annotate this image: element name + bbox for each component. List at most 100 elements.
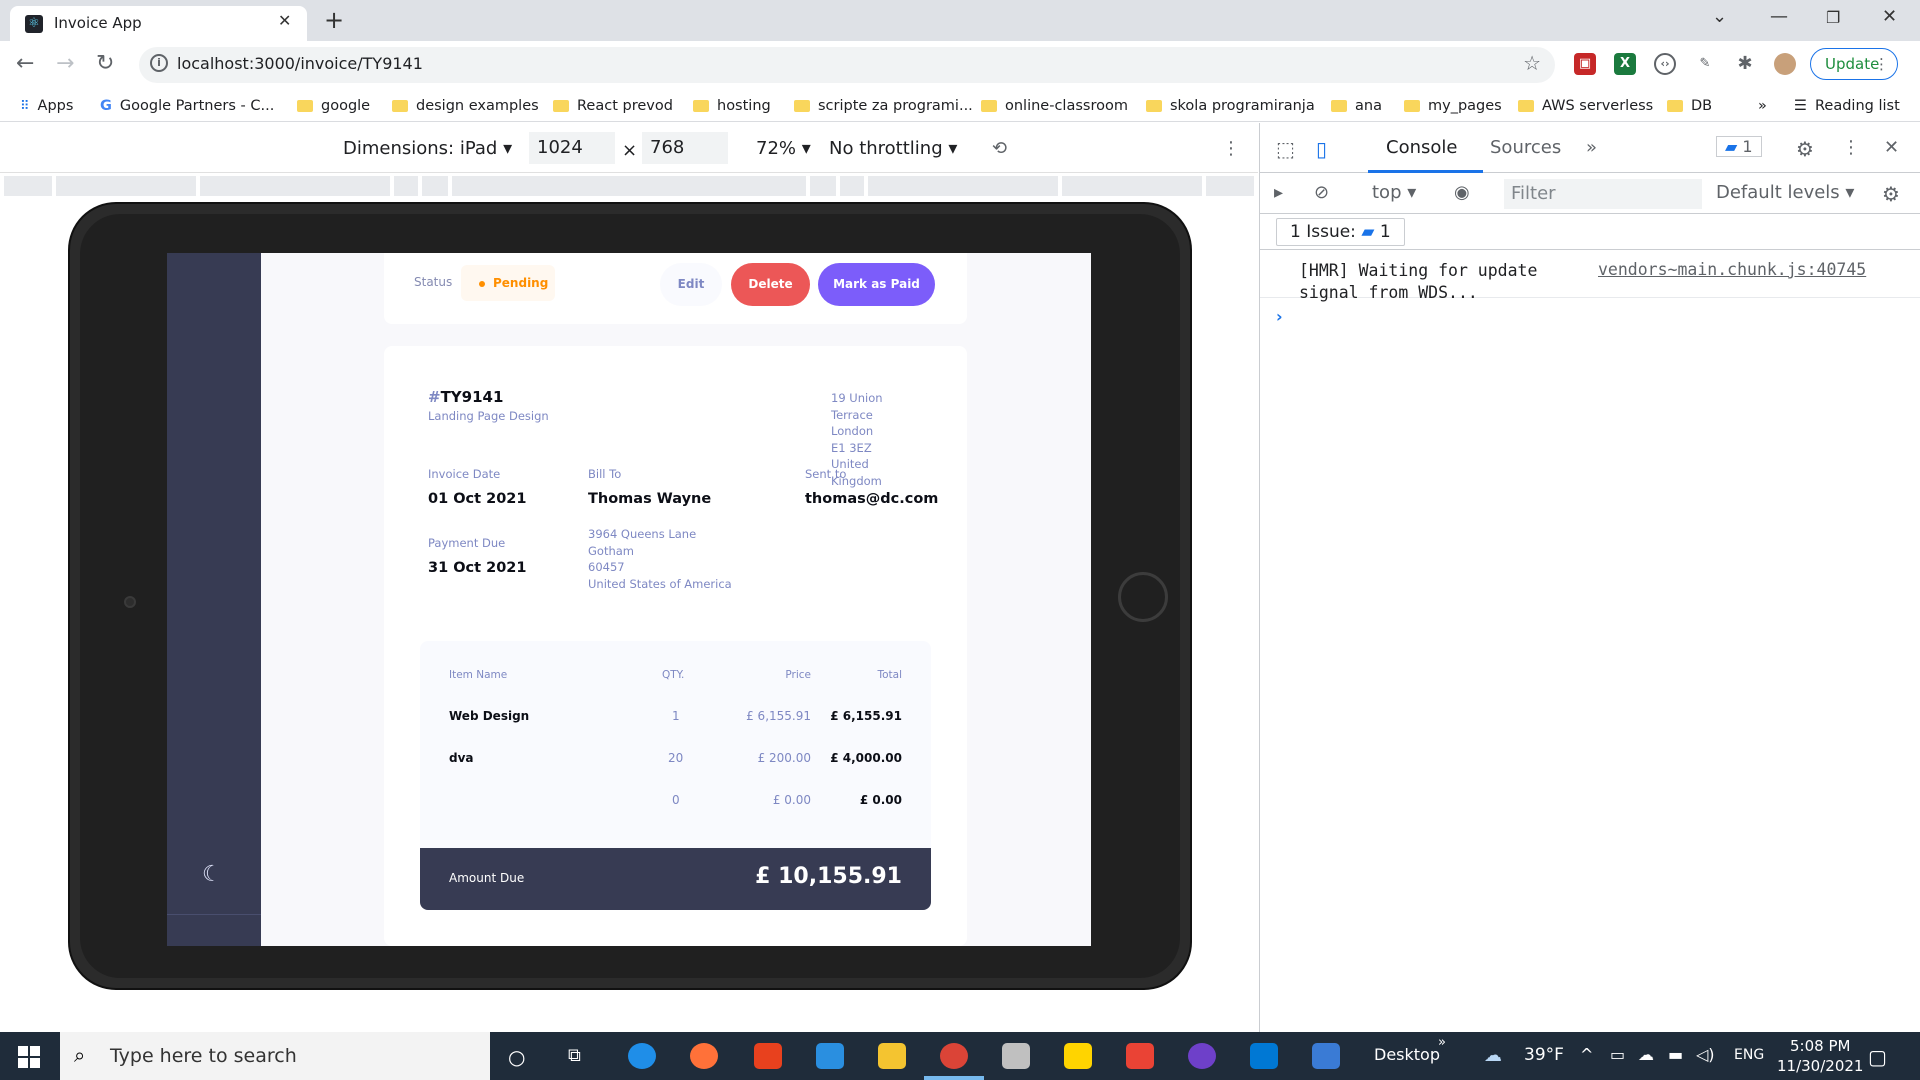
office-icon[interactable] <box>754 1043 782 1069</box>
menu-kebab-icon[interactable]: ⋮ <box>1874 49 1889 79</box>
edit-button[interactable]: Edit <box>660 263 722 306</box>
media-query-segment[interactable] <box>452 176 806 196</box>
more-options-icon[interactable]: ⋮ <box>1842 137 1860 158</box>
meet-icon[interactable]: ▭ <box>1610 1045 1625 1064</box>
more-tabs-button[interactable]: » <box>1586 137 1597 158</box>
code-extension-icon[interactable]: ‹› <box>1654 53 1676 75</box>
tab-console[interactable]: Console <box>1386 137 1457 158</box>
messages-badge[interactable]: ▰ 1 <box>1716 136 1762 157</box>
browser-tab[interactable]: ⚛ Invoice App ✕ <box>10 6 307 41</box>
media-query-segment[interactable] <box>422 176 448 196</box>
console-prompt[interactable]: › <box>1276 307 1283 326</box>
bookmark-folder[interactable]: google <box>297 95 370 117</box>
moon-icon[interactable]: ☾ <box>202 862 222 887</box>
dimensions-select[interactable]: Dimensions: iPad ▾ <box>343 138 512 159</box>
bookmark-star-icon[interactable]: ☆ <box>1523 51 1541 75</box>
photos-icon[interactable] <box>1312 1043 1340 1069</box>
url-text[interactable]: localhost:3000/invoice/TY9141 <box>177 54 423 73</box>
eye-icon[interactable]: ◉ <box>1454 182 1470 203</box>
height-input[interactable]: 768 <box>642 132 728 164</box>
onedrive-icon[interactable]: ☁ <box>1638 1045 1654 1064</box>
info-icon[interactable]: i <box>150 54 168 72</box>
tray-overflow-icon[interactable]: ^ <box>1580 1045 1593 1064</box>
device-toggle-icon[interactable]: ▯ <box>1316 137 1327 161</box>
delete-button[interactable]: Delete <box>731 263 810 306</box>
excel-extension-icon[interactable]: X <box>1614 53 1636 75</box>
console-settings-gear-icon[interactable]: ⚙ <box>1882 182 1900 206</box>
close-window-button[interactable]: ✕ <box>1882 6 1897 27</box>
windows-start-icon[interactable] <box>18 1046 40 1068</box>
media-query-segment[interactable] <box>1062 176 1202 196</box>
temperature[interactable]: 39°F <box>1524 1045 1564 1065</box>
bookmark-folder[interactable]: hosting <box>693 95 771 117</box>
more-options-icon[interactable]: ⋮ <box>1222 138 1240 159</box>
media-query-segment[interactable] <box>1206 176 1254 196</box>
github-icon[interactable] <box>1188 1043 1216 1069</box>
bookmark-folder[interactable]: DB <box>1667 95 1712 117</box>
throttling-select[interactable]: No throttling ▾ <box>829 138 957 159</box>
restore-button[interactable]: ❐ <box>1826 8 1840 27</box>
media-query-segment[interactable] <box>56 176 196 196</box>
context-select[interactable]: top ▾ <box>1372 182 1416 203</box>
taskbar-search-input[interactable]: ⌕ Type here to search <box>60 1032 490 1080</box>
settings-gear-icon[interactable]: ⚙ <box>1796 137 1814 161</box>
bookmarks-overflow-button[interactable]: » <box>1758 95 1767 117</box>
filter-input[interactable]: Filter <box>1504 179 1702 209</box>
bookmark-folder[interactable]: scripte za programi... <box>794 95 973 117</box>
firefox-icon[interactable] <box>690 1043 718 1069</box>
colorpicker-extension-icon[interactable]: ✎ <box>1694 53 1716 75</box>
language-indicator[interactable]: ENG <box>1734 1047 1764 1063</box>
extensions-puzzle-icon[interactable]: ✱ <box>1734 53 1756 75</box>
back-icon[interactable]: ← <box>16 51 34 76</box>
edge-icon[interactable] <box>628 1043 656 1069</box>
close-tab-icon[interactable]: ✕ <box>278 11 291 30</box>
log-levels-select[interactable]: Default levels ▾ <box>1716 182 1854 203</box>
notifications-icon[interactable]: ▢ <box>1868 1045 1887 1069</box>
bookmark-folder[interactable]: ana <box>1331 95 1382 117</box>
minimize-button[interactable]: — <box>1770 6 1788 27</box>
file-explorer-icon[interactable] <box>878 1043 906 1069</box>
weather-cloud-icon[interactable]: ☁ <box>1484 1045 1502 1066</box>
reload-icon[interactable]: ↻ <box>96 51 114 76</box>
chrome-icon[interactable] <box>940 1043 968 1069</box>
log-source-link[interactable]: vendors~main.chunk.js:40745 <box>1598 260 1866 279</box>
width-input[interactable]: 1024 <box>529 132 615 164</box>
media-query-segment[interactable] <box>4 176 52 196</box>
media-query-segment[interactable] <box>200 176 390 196</box>
tab-search-icon[interactable]: ⌄ <box>1712 6 1727 27</box>
bookmark-folder[interactable]: AWS serverless <box>1518 95 1653 117</box>
close-devtools-icon[interactable]: ✕ <box>1884 137 1899 158</box>
media-query-segment[interactable] <box>840 176 864 196</box>
bookmark-google-partners[interactable]: G Google Partners - C... <box>100 95 274 117</box>
rotate-icon[interactable]: ⟲ <box>992 138 1007 159</box>
clock[interactable]: 5:08 PM 11/30/2021 <box>1777 1036 1863 1076</box>
battery-icon[interactable]: ▬ <box>1668 1045 1683 1064</box>
mark-as-paid-button[interactable]: Mark as Paid <box>818 263 935 306</box>
mail-icon[interactable] <box>816 1043 844 1069</box>
issues-button[interactable]: 1 Issue: ▰ 1 <box>1276 218 1405 246</box>
bookmark-folder[interactable]: React prevod <box>553 95 673 117</box>
bookmark-folder[interactable]: design examples <box>392 95 539 117</box>
desktop-toolbar-label[interactable]: Desktop <box>1374 1045 1440 1064</box>
bookmark-folder[interactable]: online-classroom <box>981 95 1128 117</box>
reading-list-button[interactable]: ☰ Reading list <box>1794 95 1900 117</box>
media-query-segment[interactable] <box>868 176 1058 196</box>
new-tab-button[interactable]: + <box>324 6 344 34</box>
bookmark-folder[interactable]: skola programiranja <box>1146 95 1315 117</box>
clear-console-icon[interactable]: ⊘ <box>1314 182 1329 203</box>
tab-sources[interactable]: Sources <box>1490 137 1561 158</box>
forward-icon[interactable]: → <box>56 51 74 76</box>
inspect-element-icon[interactable]: ⬚ <box>1276 137 1295 161</box>
paint-icon[interactable] <box>1002 1043 1030 1069</box>
cortana-icon[interactable]: ○ <box>508 1045 525 1069</box>
bookmark-apps[interactable]: ⠿ Apps <box>20 95 73 117</box>
vscode-icon[interactable] <box>1250 1043 1278 1069</box>
media-query-segment[interactable] <box>810 176 836 196</box>
volume-icon[interactable]: ◁) <box>1696 1045 1715 1064</box>
update-button[interactable]: Update ⋮ <box>1810 48 1898 80</box>
sidebar-toggle-icon[interactable]: ▸ <box>1274 182 1283 203</box>
zoom-select[interactable]: 72% ▾ <box>756 138 811 159</box>
bookmark-folder[interactable]: my_pages <box>1404 95 1502 117</box>
task-view-icon[interactable]: ⧉ <box>568 1045 581 1066</box>
sticky-notes-icon[interactable] <box>1064 1043 1092 1069</box>
